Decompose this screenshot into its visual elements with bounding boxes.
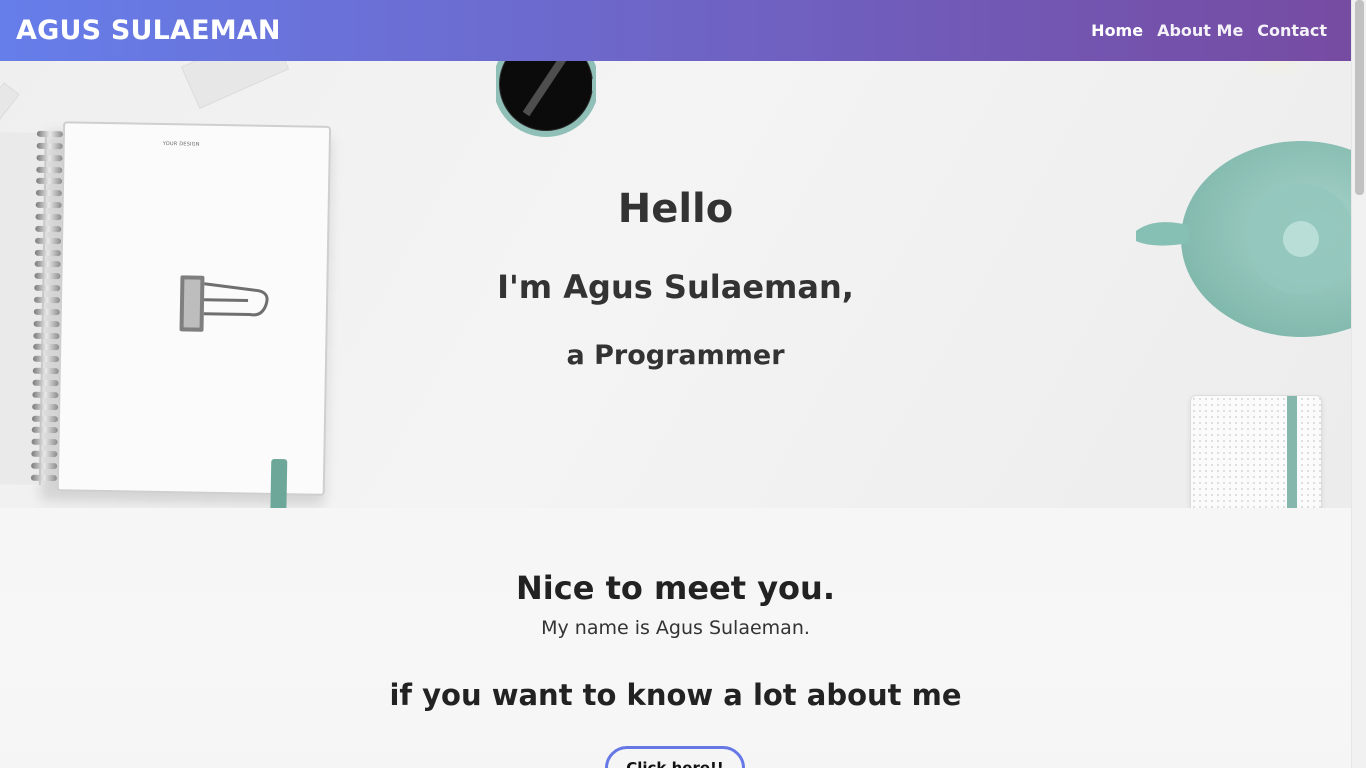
flower-decoration (1236, 61, 1316, 75)
paper-decoration (0, 82, 20, 120)
dotted-grid (1191, 396, 1321, 508)
binder-clip-icon (179, 275, 269, 332)
notebook-design-label: YOUR DESIGN (162, 140, 200, 148)
teapot-icon (1136, 141, 1351, 337)
scrollbar-track[interactable] (1351, 0, 1366, 768)
click-here-button[interactable]: Click here!! (605, 746, 745, 768)
brand-logo[interactable]: AGUS SULAEMAN (16, 15, 281, 46)
section-subtext: My name is Agus Sulaeman. (541, 617, 810, 639)
about-preview-section: Nice to meet you. My name is Agus Sulaem… (0, 508, 1351, 768)
scrollbar-thumb[interactable] (1355, 0, 1364, 195)
navbar: AGUS SULAEMAN Home About Me Contact (0, 0, 1351, 61)
notebook-illustration: YOUR DESIGN (0, 120, 345, 508)
nav-link-about-me[interactable]: About Me (1157, 21, 1243, 40)
nav-link-home[interactable]: Home (1091, 21, 1143, 40)
nav-links: Home About Me Contact (1091, 21, 1327, 40)
page: AGUS SULAEMAN Home About Me Contact YOUR… (0, 0, 1366, 768)
paper-decoration (180, 61, 290, 109)
elastic-band (1287, 396, 1297, 508)
coffee-cup-icon (496, 61, 596, 137)
hero-section: YOUR DESIGN Hello I'm Agus Sulaeman, a P… (0, 61, 1351, 508)
section-heading: Nice to meet you. (516, 569, 835, 607)
notebook-tab (270, 458, 288, 508)
cta-heading: if you want to know a lot about me (389, 678, 962, 712)
dotted-notebook-illustration (1190, 395, 1322, 508)
nav-link-contact[interactable]: Contact (1257, 21, 1327, 40)
